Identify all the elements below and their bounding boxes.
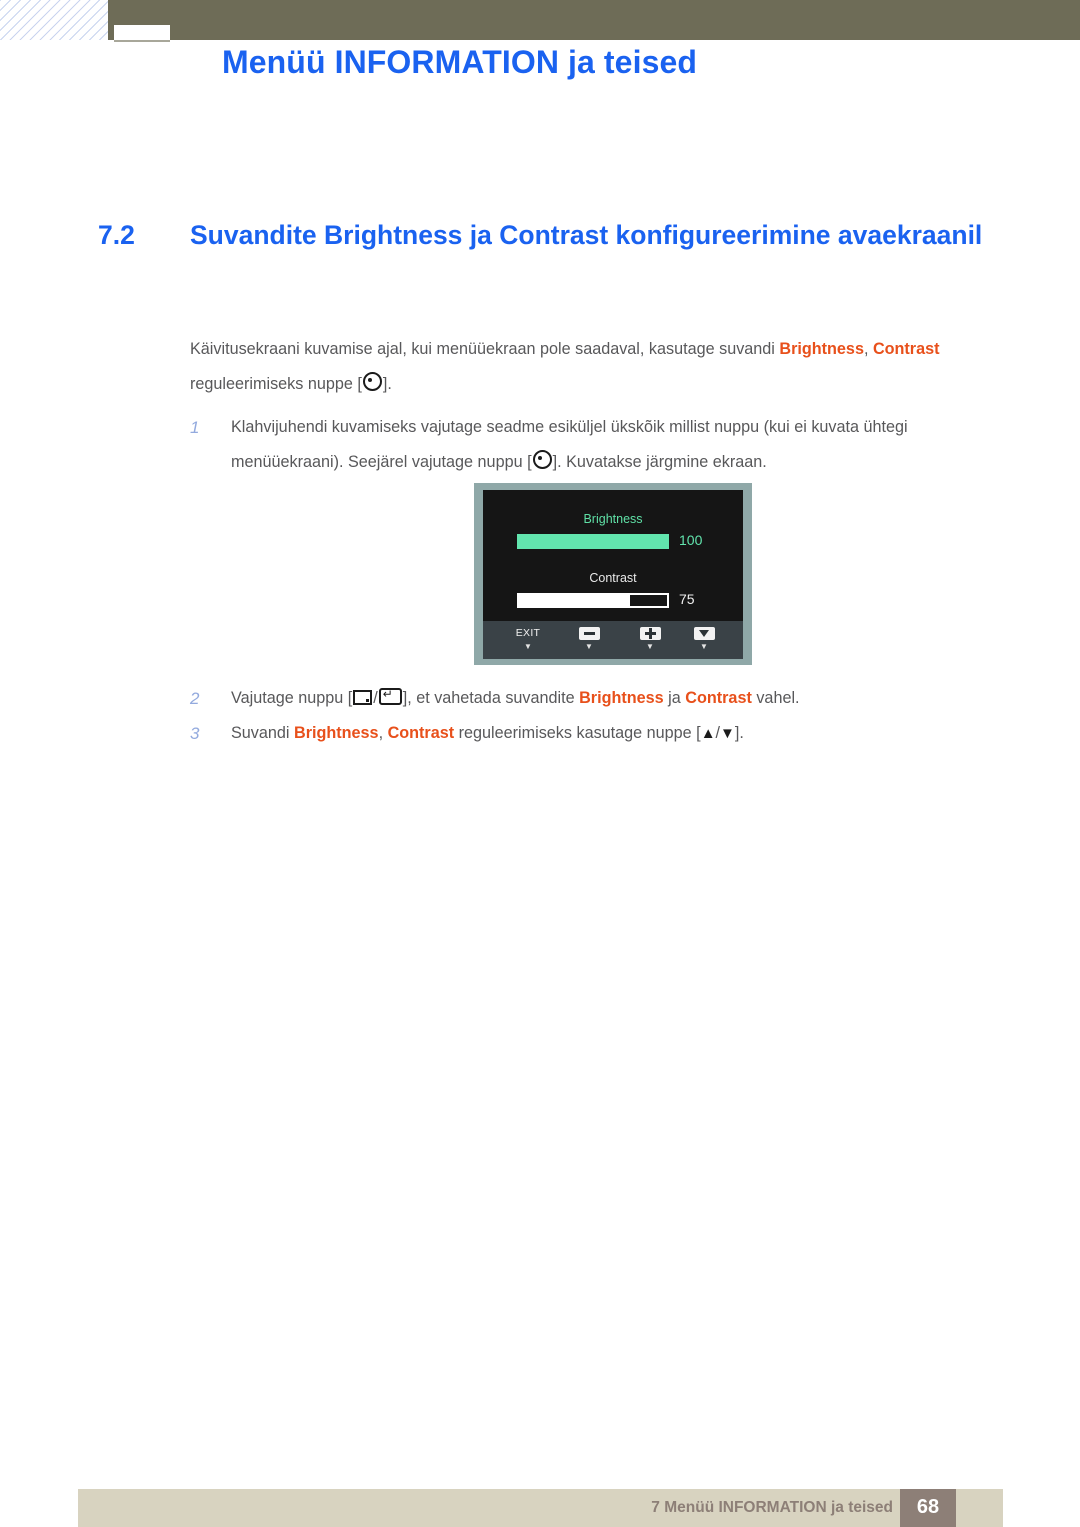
step-2-highlight-contrast: Contrast	[685, 689, 752, 707]
page-header: Menüü INFORMATION ja teised	[0, 0, 1080, 130]
step-3-separator: ,	[378, 724, 388, 742]
intro-separator: ,	[863, 340, 873, 358]
caret-down-icon: ▼	[524, 642, 532, 651]
step-2-highlight-brightness: Brightness	[579, 689, 664, 707]
header-band	[108, 0, 1080, 40]
minus-icon	[558, 626, 620, 640]
section-number: 7.2	[98, 220, 135, 250]
step-3: 3 Suvandi Brightness, Contrast reguleeri…	[190, 716, 1005, 751]
osd-contrast-track	[517, 593, 669, 608]
osd-plus-button[interactable]: ▼	[619, 626, 681, 653]
osd-down-button[interactable]: ▼	[673, 626, 735, 653]
osd-screen-illustration: Brightness 100 Contrast 75 EXIT ▼ ▼ ▼ ▼	[474, 483, 752, 665]
intro-paragraph: Käivitusekraani kuvamise ajal, kui menüü…	[190, 332, 1002, 402]
osd-brightness-track	[517, 534, 669, 549]
osd-exit-label: EXIT	[515, 627, 541, 639]
arrow-down-icon	[673, 626, 735, 640]
return-button-icon: ↵	[378, 687, 402, 705]
step-3-text: Suvandi Brightness, Contrast reguleerimi…	[231, 716, 1005, 751]
step-1: 1 Klahvijuhendi kuvamiseks vajutage sead…	[190, 410, 1005, 480]
step-2-number: 2	[190, 689, 200, 708]
arrow-up-icon: ▲	[700, 725, 716, 742]
caret-down-icon: ▼	[646, 642, 654, 651]
osd-brightness-fill	[517, 534, 669, 549]
page-number-box: 68	[900, 1489, 956, 1527]
intro-highlight-contrast: Contrast	[872, 340, 940, 358]
header-band-notch-shadow	[114, 40, 170, 42]
page-number: 68	[916, 1496, 940, 1518]
jog-button-icon	[532, 450, 552, 469]
step-3-text-c: ].	[734, 724, 744, 742]
plus-icon	[619, 626, 681, 640]
footer-chapter-label: 7 Menüü INFORMATION ja teised	[651, 1499, 893, 1516]
step-2-text-a: Vajutage nuppu [	[231, 689, 353, 707]
hatch-decoration	[0, 0, 112, 40]
osd-contrast-label: Contrast	[589, 571, 637, 585]
osd-screen-inner: Brightness 100 Contrast 75 EXIT ▼ ▼ ▼ ▼	[483, 490, 743, 659]
osd-minus-button[interactable]: ▼	[558, 626, 620, 653]
step-2-separator: /	[373, 689, 378, 707]
header-title: Menüü INFORMATION ja teised	[222, 44, 698, 80]
step-2: 2 Vajutage nuppu [ / ↵], et vahetada suvan…	[190, 681, 1005, 716]
step-3-highlight-contrast: Contrast	[387, 724, 455, 742]
step-2-text-b: ], et vahetada suvandite	[402, 689, 580, 707]
step-3-highlight-brightness: Brightness	[294, 724, 379, 742]
step-3-text-b: reguleerimiseks kasutage nuppe [	[454, 724, 701, 742]
step-3-text-a: Suvandi	[231, 724, 294, 742]
osd-contrast-value: 75	[679, 591, 695, 607]
header-band-notch	[114, 25, 170, 40]
intro-text-part1: Käivitusekraani kuvamise ajal, kui menüü…	[190, 340, 780, 358]
step-2-text: Vajutage nuppu [ / ↵], et vahetada suvandi…	[231, 681, 1005, 716]
osd-exit-button[interactable]: EXIT ▼	[497, 626, 559, 653]
caret-down-icon: ▼	[585, 642, 593, 651]
intro-highlight-brightness: Brightness	[779, 340, 864, 358]
jog-button-icon	[362, 372, 382, 391]
caret-down-icon: ▼	[700, 642, 708, 651]
intro-text-part3: ].	[382, 375, 392, 393]
step-1-number: 1	[190, 418, 200, 437]
step-1-text: Klahvijuhendi kuvamiseks vajutage seadme…	[231, 410, 1005, 480]
step-1-text-b: ]. Kuvatakse järgmine ekraan.	[552, 453, 767, 471]
step-2-text-c: ja	[663, 689, 686, 707]
section-title: Suvandite Brightness ja Contrast konfigu…	[190, 220, 983, 250]
step-3-number: 3	[190, 724, 200, 743]
arrow-down-icon: ▼	[720, 725, 735, 742]
osd-contrast-fill	[519, 595, 630, 606]
source-button-icon	[353, 690, 373, 705]
section-heading: 7.2 Suvandite Brightness ja Contrast kon…	[98, 216, 998, 255]
step-2-text-d: vahel.	[751, 689, 800, 707]
page-footer: 7 Menüü INFORMATION ja teised 68	[78, 1489, 1003, 1527]
intro-text-part2: reguleerimiseks nuppe [	[190, 375, 362, 393]
osd-brightness-label: Brightness	[583, 512, 643, 526]
osd-button-bar: EXIT ▼ ▼ ▼ ▼	[483, 621, 743, 659]
osd-brightness-value: 100	[679, 532, 703, 548]
